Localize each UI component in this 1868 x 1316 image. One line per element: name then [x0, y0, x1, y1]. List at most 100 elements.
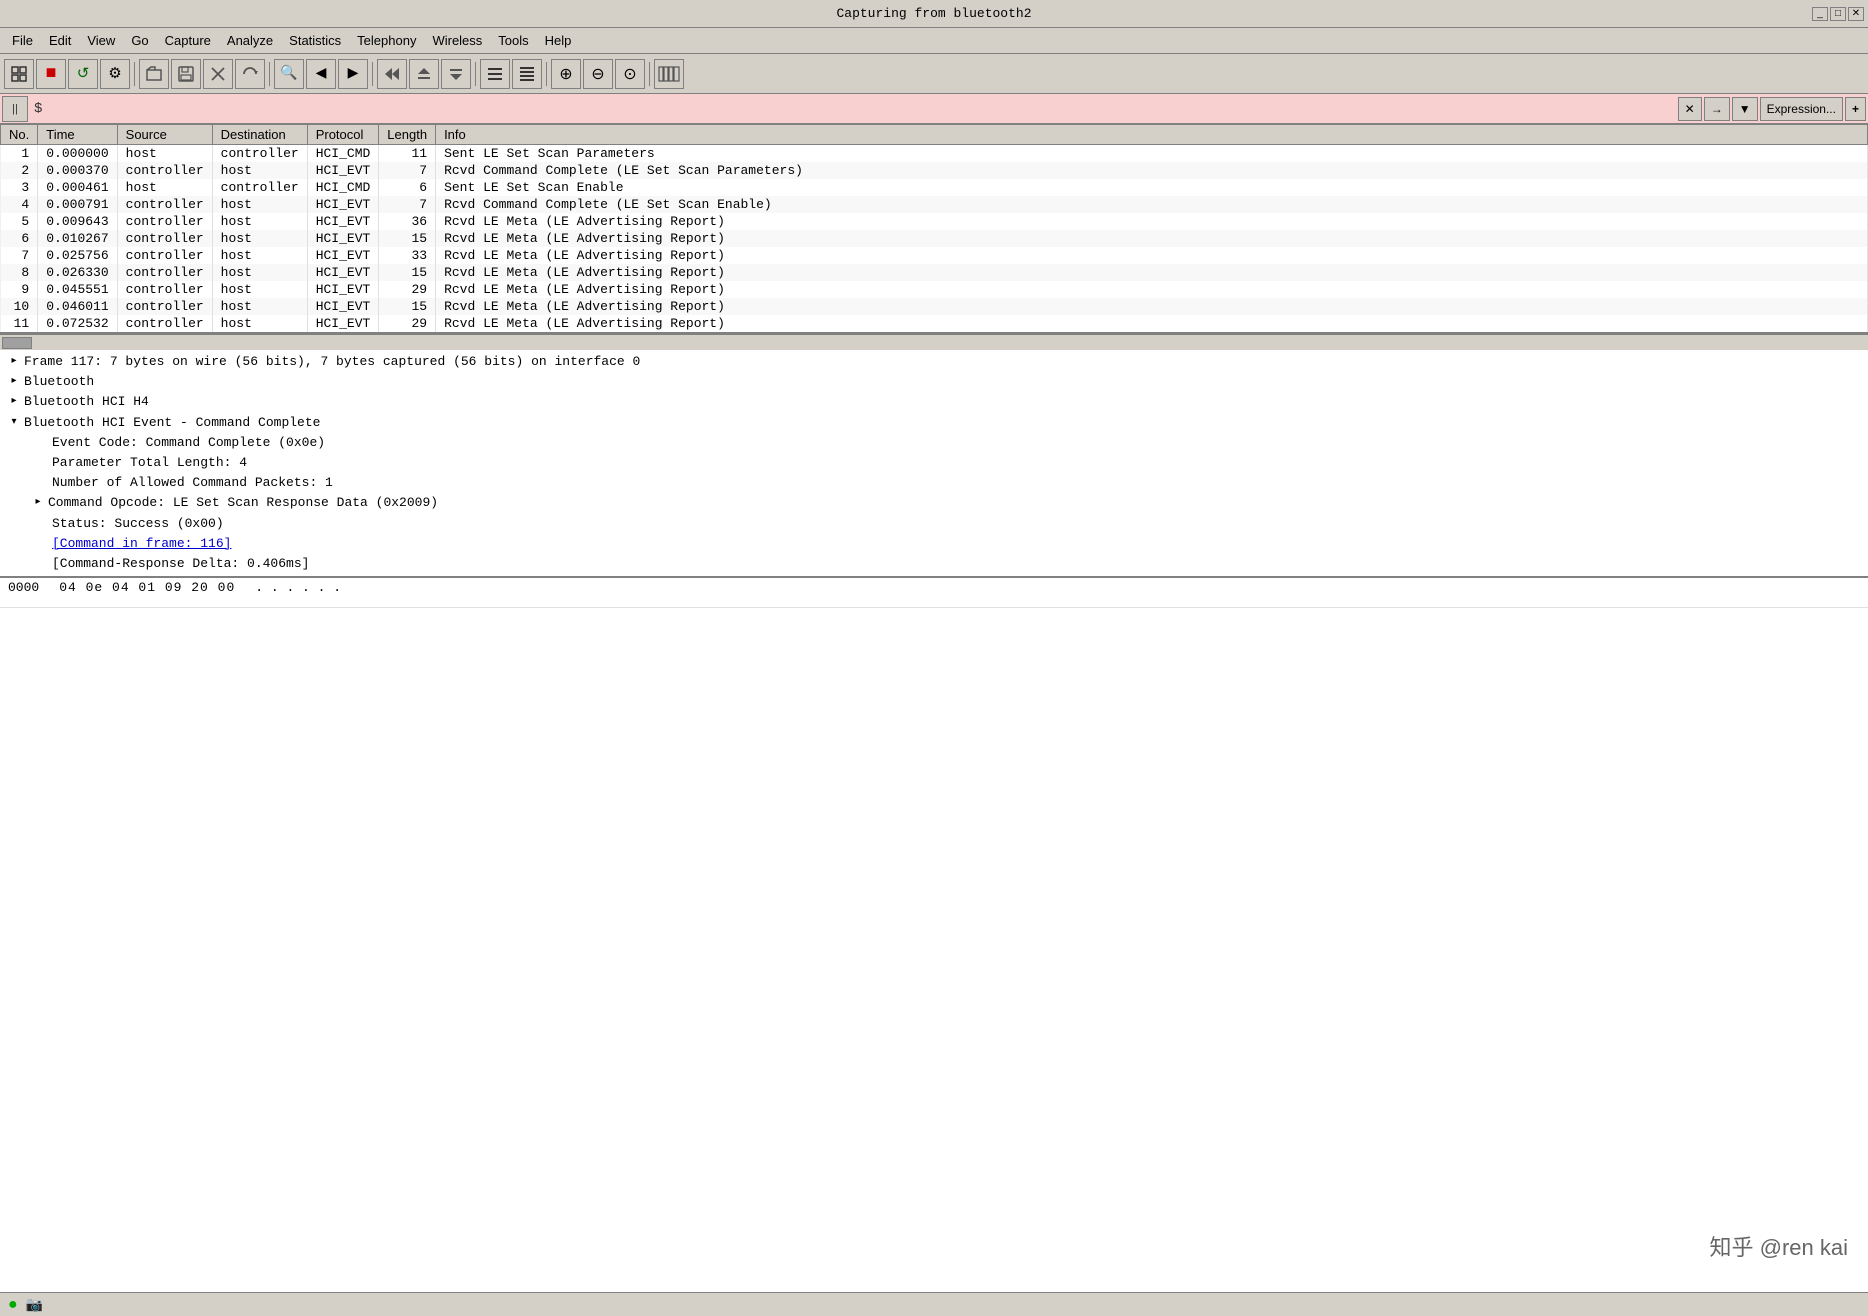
packet-row-6[interactable]: 60.010267controllerhostHCI_EVT15Rcvd LE … — [1, 230, 1868, 247]
menu-telephony[interactable]: Telephony — [349, 31, 424, 50]
menu-file[interactable]: File — [4, 31, 41, 50]
detail-section-bluetooth-hci-h4[interactable]: ▸ Bluetooth HCI H4 — [0, 392, 1868, 412]
detail-text-bluetooth-hci-h4: Bluetooth HCI H4 — [24, 393, 149, 411]
toolbar-separator-1 — [134, 62, 135, 86]
go-next-button[interactable] — [441, 59, 471, 89]
packet-row-2[interactable]: 20.000370controllerhostHCI_EVT7Rcvd Comm… — [1, 162, 1868, 179]
reload-button[interactable] — [235, 59, 265, 89]
menu-edit[interactable]: Edit — [41, 31, 79, 50]
detail-section-status: Status: Success (0x00) — [0, 514, 1868, 534]
hex-line: 0000 04 0e 04 01 09 20 00 . . . . . . — [8, 580, 1860, 595]
status-ready-icon: ● — [8, 1296, 18, 1314]
title-bar: Capturing from bluetooth2 _ □ ✕ — [0, 0, 1868, 28]
packet-row-8[interactable]: 80.026330controllerhostHCI_EVT15Rcvd LE … — [1, 264, 1868, 281]
maximize-button[interactable]: □ — [1830, 7, 1846, 21]
toolbar: ■ ↺ ⚙ 🔍 ◀ ▶ ⊕ ⊖ ⊙ — [0, 54, 1868, 94]
go-first-button[interactable] — [377, 59, 407, 89]
status-capture-icon: 📷 — [26, 1296, 43, 1313]
expand-arrow-command-opcode[interactable]: ▸ — [32, 497, 44, 509]
expand-arrow-bluetooth[interactable]: ▸ — [8, 376, 20, 388]
packet-list: No. Time Source Destination Protocol Len… — [0, 124, 1868, 334]
menu-view[interactable]: View — [79, 31, 123, 50]
close-button[interactable]: ✕ — [1848, 7, 1864, 21]
menu-statistics[interactable]: Statistics — [281, 31, 349, 50]
packet-table-body: 10.000000hostcontrollerHCI_CMD11Sent LE … — [1, 145, 1868, 333]
hex-bytes: 04 0e 04 01 09 20 00 — [59, 580, 235, 595]
packet-row-7[interactable]: 70.025756controllerhostHCI_EVT33Rcvd LE … — [1, 247, 1868, 264]
detail-text-bluetooth-hci-event: Bluetooth HCI Event - Command Complete — [24, 414, 320, 432]
detail-section-param-length: Parameter Total Length: 4 — [0, 453, 1868, 473]
interface-button[interactable] — [4, 59, 34, 89]
filter-apply-button[interactable]: → — [1704, 97, 1730, 121]
packet-row-1[interactable]: 10.000000hostcontrollerHCI_CMD11Sent LE … — [1, 145, 1868, 163]
restart-capture-button[interactable]: ↺ — [68, 59, 98, 89]
detail-pane: ▸Frame 117: 7 bytes on wire (56 bits), 7… — [0, 350, 1868, 578]
detail-text-status: Status: Success (0x00) — [52, 515, 224, 533]
packet-row-11[interactable]: 110.072532controllerhostHCI_EVT29Rcvd LE… — [1, 315, 1868, 332]
hex-offset: 0000 — [8, 580, 39, 595]
close-file-button[interactable] — [203, 59, 233, 89]
window-title: Capturing from bluetooth2 — [836, 6, 1031, 21]
detail-section-command-opcode[interactable]: ▸Command Opcode: LE Set Scan Response Da… — [0, 493, 1868, 513]
minimize-button[interactable]: _ — [1812, 7, 1828, 21]
resize-columns-button[interactable] — [654, 59, 684, 89]
hscroll-thumb[interactable] — [2, 337, 32, 349]
filter-clear-button[interactable]: ✕ — [1678, 97, 1702, 121]
detail-section-num-packets: Number of Allowed Command Packets: 1 — [0, 473, 1868, 493]
packet-row-4[interactable]: 40.000791controllerhostHCI_EVT7Rcvd Comm… — [1, 196, 1868, 213]
detail-section-frame[interactable]: ▸Frame 117: 7 bytes on wire (56 bits), 7… — [0, 352, 1868, 372]
save-file-button[interactable] — [171, 59, 201, 89]
expression-button[interactable]: Expression... — [1760, 97, 1843, 121]
detail-section-bluetooth-hci-event[interactable]: ▾ Bluetooth HCI Event - Command Complete — [0, 413, 1868, 433]
open-file-button[interactable] — [139, 59, 169, 89]
zoom-out-button[interactable]: ⊖ — [583, 59, 613, 89]
go-back-button[interactable]: ◀ — [306, 59, 336, 89]
menu-analyze[interactable]: Analyze — [219, 31, 281, 50]
toolbar-separator-3 — [372, 62, 373, 86]
zoom-reset-button[interactable]: ⊙ — [615, 59, 645, 89]
filter-input[interactable] — [46, 97, 1677, 121]
menu-go[interactable]: Go — [123, 31, 156, 50]
toolbar-separator-4 — [475, 62, 476, 86]
packet-row-10[interactable]: 100.046011controllerhostHCI_EVT15Rcvd LE… — [1, 298, 1868, 315]
menu-tools[interactable]: Tools — [490, 31, 536, 50]
hex-ascii: . . . . . . — [255, 580, 341, 595]
hex-pane: 0000 04 0e 04 01 09 20 00 . . . . . . — [0, 578, 1868, 608]
menu-help[interactable]: Help — [537, 31, 580, 50]
detail-text-cmd-in-frame[interactable]: [Command in frame: 116] — [52, 535, 231, 553]
expand-arrow-frame[interactable]: ▸ — [8, 356, 20, 368]
filter-icon: || — [2, 96, 28, 122]
menu-bar: File Edit View Go Capture Analyze Statis… — [0, 28, 1868, 54]
expand-arrow-bluetooth-hci-h4[interactable]: ▸ — [8, 396, 20, 408]
go-prev-button[interactable] — [409, 59, 439, 89]
packet-row-5[interactable]: 50.009643controllerhostHCI_EVT36Rcvd LE … — [1, 213, 1868, 230]
packet-list-hscroll[interactable] — [0, 334, 1868, 350]
packet-row-3[interactable]: 30.000461hostcontrollerHCI_CMD6Sent LE S… — [1, 179, 1868, 196]
add-filter-button[interactable]: + — [1845, 97, 1866, 121]
filter-controls: ✕ → ▼ Expression... + — [1678, 97, 1866, 121]
filter-dropdown-button[interactable]: ▼ — [1732, 97, 1758, 121]
find-packet-button[interactable]: 🔍 — [274, 59, 304, 89]
col-time: Time — [38, 125, 117, 145]
menu-wireless[interactable]: Wireless — [424, 31, 490, 50]
col-protocol: Protocol — [307, 125, 379, 145]
col-source: Source — [117, 125, 212, 145]
colorize-button[interactable] — [480, 59, 510, 89]
autoscroll-button[interactable] — [512, 59, 542, 89]
zoom-in-button[interactable]: ⊕ — [551, 59, 581, 89]
detail-section-event-code: Event Code: Command Complete (0x0e) — [0, 433, 1868, 453]
bottom-area — [0, 608, 1868, 1292]
expand-arrow-bluetooth-hci-event[interactable]: ▾ — [8, 417, 20, 429]
go-forward-button[interactable]: ▶ — [338, 59, 368, 89]
packet-row-9[interactable]: 90.045551controllerhostHCI_EVT29Rcvd LE … — [1, 281, 1868, 298]
capture-options-button[interactable]: ⚙ — [100, 59, 130, 89]
stop-capture-button[interactable]: ■ — [36, 59, 66, 89]
detail-text-event-code: Event Code: Command Complete (0x0e) — [52, 434, 325, 452]
filter-bar: || $ ✕ → ▼ Expression... + — [0, 94, 1868, 124]
packet-table-header: No. Time Source Destination Protocol Len… — [1, 125, 1868, 145]
detail-section-bluetooth[interactable]: ▸Bluetooth — [0, 372, 1868, 392]
detail-text-param-length: Parameter Total Length: 4 — [52, 454, 247, 472]
window-controls: _ □ ✕ — [1812, 7, 1864, 21]
status-bar: ● 📷 — [0, 1292, 1868, 1316]
menu-capture[interactable]: Capture — [157, 31, 219, 50]
